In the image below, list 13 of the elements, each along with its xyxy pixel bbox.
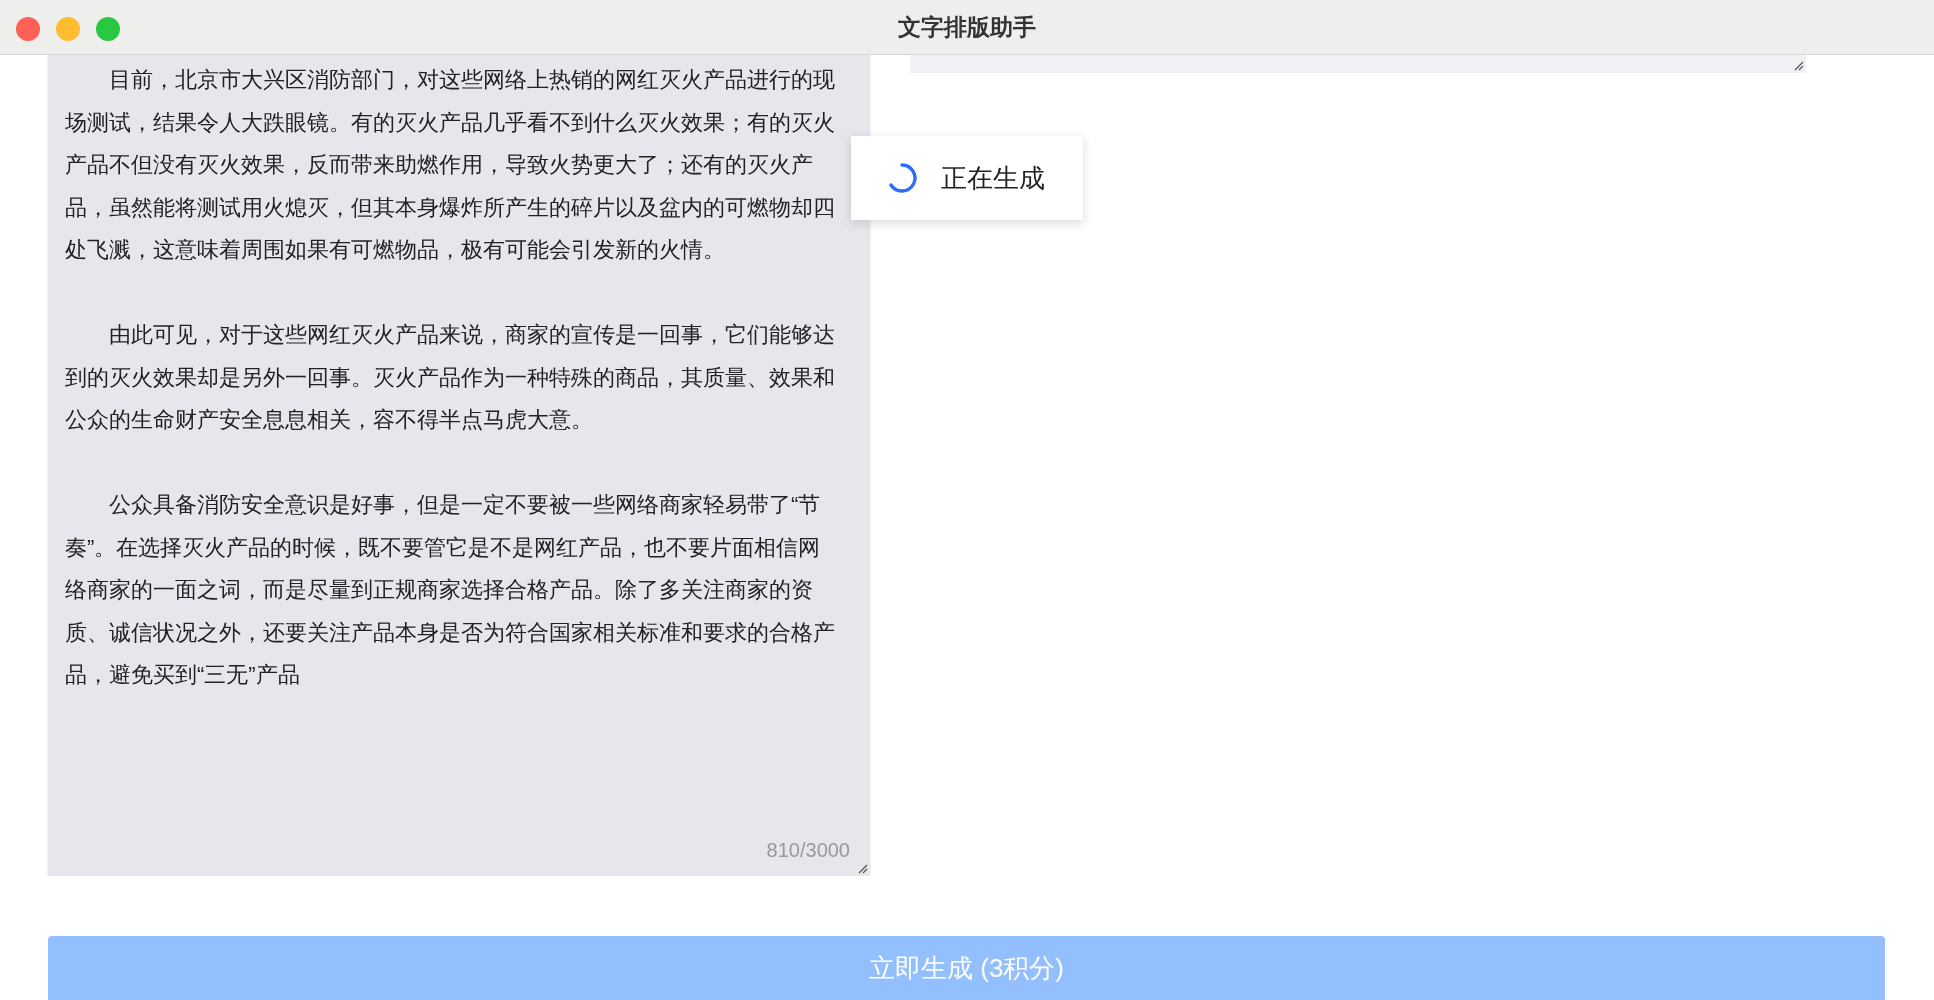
paragraph: 公众具备消防安全意识是好事，但是一定不要被一些网络商家轻易带了“节奏”。在选择灭火产品的时候，既不要管它是不是网红产品，也不要片面相信网络商家的一面之词，而是尽量到正规商家选择合格产品。除了多关注商家的资质、诚信状况之外，还要关注产品本身是否为符合国家相关标准和要求的合格产品，避免买到“三无”产品 — [65, 491, 836, 689]
minimize-icon[interactable] — [56, 17, 80, 41]
toast-message: 正在生成 — [941, 161, 1045, 195]
resize-handle-icon[interactable] — [1792, 59, 1804, 71]
resize-handle-icon[interactable] — [856, 862, 868, 874]
text-field[interactable] — [910, 55, 1806, 73]
zoom-icon[interactable] — [96, 17, 120, 41]
character-counter: 810/3000 — [766, 839, 850, 862]
paragraph: 目前，北京市大兴区消防部门，对这些网络上热销的网红灭火产品进行的现场测试，结果令人大跌眼镜。有的灭火产品几乎看不到什么灭火效果；有的灭火产品不但没有灭火效果，反而带来助燃作用，导致火势更大了；还有的灭火产品，虽然能将测试用火熄灭，但其本身爆炸所产生的碎片以及盆内的可燃物却四处飞溅，这意味着周围如果有可燃物品，极有可能会引发新的火情。 — [65, 66, 836, 264]
close-icon[interactable] — [16, 17, 40, 41]
window-title: 文字排版助手 — [898, 12, 1036, 42]
paragraph: 由此可见，对于这些网红灭火产品来说，商家的宣传是一回事，它们能够达到的灭火效果却是另外一回事。灭火产品作为一种特殊的商品，其质量、效果和公众的生命财产安全息息相关，容不得半点马虎大意。 — [65, 321, 836, 434]
text-area[interactable] — [48, 55, 870, 876]
